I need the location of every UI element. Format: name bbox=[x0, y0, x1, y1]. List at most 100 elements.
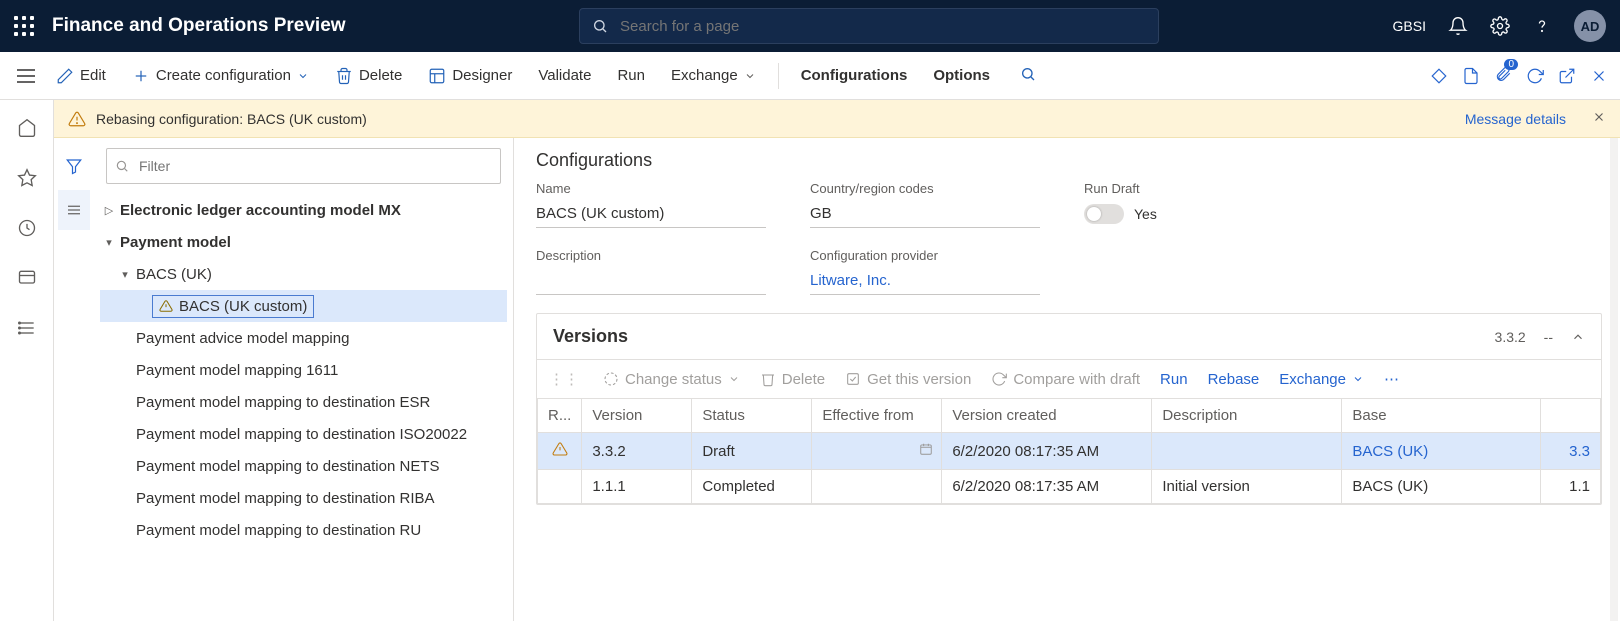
tree-node[interactable]: Payment model mapping 1611 bbox=[100, 354, 507, 386]
run-button[interactable]: Run bbox=[607, 61, 655, 90]
delete-version-label: Delete bbox=[782, 371, 825, 388]
tree-node[interactable]: ▾Payment model bbox=[100, 226, 507, 258]
tree-node-selected[interactable]: BACS (UK custom) bbox=[100, 290, 507, 322]
col-effective[interactable]: Effective from bbox=[812, 399, 942, 433]
tree-node[interactable]: Payment model mapping to destination NET… bbox=[100, 450, 507, 482]
versions-toolbar: ⋮⋮ Change status Delete bbox=[537, 360, 1601, 398]
configurations-tab[interactable]: Configurations bbox=[791, 61, 918, 90]
message-details-link[interactable]: Message details bbox=[1465, 111, 1566, 127]
left-rail bbox=[0, 100, 54, 621]
gear-icon[interactable] bbox=[1490, 16, 1510, 36]
home-icon[interactable] bbox=[9, 110, 45, 146]
tree-panel: ▷Electronic ledger accounting model MX ▾… bbox=[54, 138, 514, 621]
tree-node[interactable]: ▾BACS (UK) bbox=[100, 258, 507, 290]
field-label-rundraft: Run Draft bbox=[1084, 181, 1314, 196]
scrollbar[interactable] bbox=[1610, 138, 1618, 621]
avatar[interactable]: AD bbox=[1574, 10, 1606, 42]
country-field[interactable]: GB bbox=[810, 200, 1040, 228]
refresh-icon[interactable] bbox=[1526, 67, 1544, 85]
app-launcher-icon[interactable] bbox=[14, 16, 34, 36]
designer-button[interactable]: Designer bbox=[418, 61, 522, 91]
col-status[interactable]: Status bbox=[692, 399, 812, 433]
global-search-box[interactable] bbox=[579, 8, 1159, 44]
tree-node[interactable]: Payment model mapping to destination ISO… bbox=[100, 418, 507, 450]
more-icon[interactable]: ⋯ bbox=[1384, 370, 1399, 388]
cell-effective[interactable] bbox=[812, 433, 942, 470]
run-draft-value: Yes bbox=[1134, 206, 1157, 222]
rebase-link[interactable]: Rebase bbox=[1208, 371, 1260, 388]
cell-created: 6/2/2020 08:17:35 AM bbox=[942, 470, 1152, 504]
section-title: Configurations bbox=[536, 150, 1602, 171]
find-button[interactable] bbox=[1020, 66, 1036, 85]
filter-mode-icon[interactable] bbox=[58, 146, 90, 186]
table-row[interactable]: 3.3.2Draft6/2/2020 08:17:35 AMBACS (UK)3… bbox=[538, 433, 1601, 470]
provider-link[interactable]: Litware, Inc. bbox=[810, 272, 891, 289]
versions-table: R... Version Status Effective from Versi… bbox=[537, 398, 1601, 504]
cell-effective[interactable] bbox=[812, 470, 942, 504]
chevron-up-icon[interactable] bbox=[1571, 330, 1585, 344]
tree-node[interactable]: ▷Electronic ledger accounting model MX bbox=[100, 194, 507, 226]
cell-basev: 3.3 bbox=[1541, 433, 1601, 470]
star-icon[interactable] bbox=[9, 160, 45, 196]
tree-node[interactable]: Payment model mapping to destination RIB… bbox=[100, 482, 507, 514]
create-config-button[interactable]: Create configuration bbox=[122, 61, 319, 91]
page-icon[interactable] bbox=[1462, 67, 1480, 85]
current-version: 3.3.2 bbox=[1495, 329, 1526, 345]
version-extra: -- bbox=[1544, 329, 1553, 345]
cell-base[interactable]: BACS (UK) bbox=[1342, 433, 1541, 470]
tree-label: Payment model mapping to destination RIB… bbox=[134, 490, 435, 507]
search-icon bbox=[592, 18, 608, 34]
table-row[interactable]: 1.1.1Completed6/2/2020 08:17:35 AMInitia… bbox=[538, 470, 1601, 504]
delete-version-button[interactable]: Delete bbox=[760, 371, 825, 388]
bell-icon[interactable] bbox=[1448, 16, 1468, 36]
col-basev[interactable] bbox=[1541, 399, 1601, 433]
exchange-button[interactable]: Exchange bbox=[661, 61, 766, 90]
validate-button[interactable]: Validate bbox=[528, 61, 601, 90]
col-version[interactable]: Version bbox=[582, 399, 692, 433]
get-version-button[interactable]: Get this version bbox=[845, 371, 971, 388]
tree-filter-input[interactable] bbox=[137, 157, 492, 175]
message-close-icon[interactable] bbox=[1592, 110, 1606, 127]
popout-icon[interactable] bbox=[1558, 67, 1576, 85]
field-label-description: Description bbox=[536, 248, 766, 263]
run-draft-toggle[interactable] bbox=[1084, 204, 1124, 224]
workspaces-icon[interactable] bbox=[9, 260, 45, 296]
col-base[interactable]: Base bbox=[1342, 399, 1541, 433]
diamond-icon[interactable] bbox=[1430, 67, 1448, 85]
grip-icon[interactable]: ⋮⋮ bbox=[549, 370, 579, 388]
description-field[interactable] bbox=[536, 267, 766, 295]
col-reb[interactable]: R... bbox=[538, 399, 582, 433]
exchange-version-link[interactable]: Exchange bbox=[1279, 371, 1364, 388]
tree-label: Payment model mapping to destination ESR bbox=[134, 394, 430, 411]
calendar-icon[interactable] bbox=[919, 442, 933, 460]
search-icon bbox=[115, 159, 129, 173]
run-version-link[interactable]: Run bbox=[1160, 371, 1188, 388]
tree-label: Payment model mapping 1611 bbox=[134, 362, 338, 379]
compare-button[interactable]: Compare with draft bbox=[991, 371, 1140, 388]
list-mode-icon[interactable] bbox=[58, 190, 90, 230]
trash-icon bbox=[335, 67, 353, 85]
help-icon[interactable] bbox=[1532, 16, 1552, 36]
tree-node[interactable]: Payment model mapping to destination RU bbox=[100, 514, 507, 546]
delete-button[interactable]: Delete bbox=[325, 61, 412, 91]
versions-card: Versions 3.3.2 -- ⋮⋮ Change stat bbox=[536, 313, 1602, 505]
edit-button[interactable]: Edit bbox=[46, 61, 116, 91]
tree-node[interactable]: Payment model mapping to destination ESR bbox=[100, 386, 507, 418]
modules-icon[interactable] bbox=[9, 310, 45, 346]
tree-node[interactable]: Payment advice model mapping bbox=[100, 322, 507, 354]
search-icon bbox=[1020, 66, 1036, 82]
close-icon[interactable] bbox=[1590, 67, 1608, 85]
company-picker[interactable]: GBSI bbox=[1393, 18, 1426, 34]
options-tab[interactable]: Options bbox=[923, 61, 1000, 90]
recent-icon[interactable] bbox=[9, 210, 45, 246]
name-field[interactable]: BACS (UK custom) bbox=[536, 200, 766, 228]
navpane-toggle[interactable] bbox=[12, 69, 40, 83]
col-description[interactable]: Description bbox=[1152, 399, 1342, 433]
create-label: Create configuration bbox=[156, 67, 291, 84]
change-status-button[interactable]: Change status bbox=[603, 371, 740, 388]
attach-button[interactable]: 0 bbox=[1494, 65, 1512, 86]
global-search-input[interactable] bbox=[618, 17, 1146, 36]
tree-filter-box[interactable] bbox=[106, 148, 501, 184]
col-created[interactable]: Version created bbox=[942, 399, 1152, 433]
exchange-version-label: Exchange bbox=[1279, 371, 1346, 388]
